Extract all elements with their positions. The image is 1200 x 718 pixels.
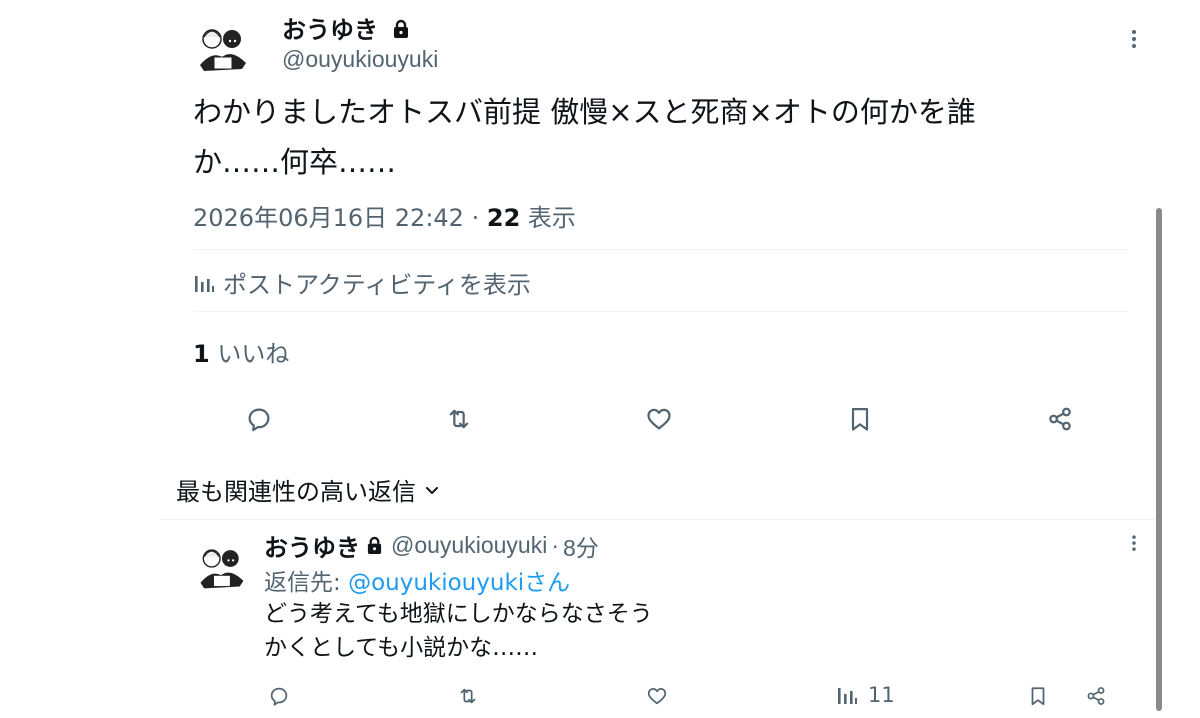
post-activity-link[interactable]: ポストアクティビティを表示 [193,265,531,300]
repost-icon [449,409,469,429]
post-meta: 2026年06月16日 22:42 · 22 表示 [193,198,576,233]
reply-views-button[interactable]: 11 [836,683,895,707]
post-avatar[interactable] [192,17,252,77]
reply-text-line2: かくとしても小説かな…… [264,635,539,661]
reply-header: おうゆき @ouyukiouyuki · 8分 [264,528,599,563]
meta-separator: · [471,204,480,232]
share-icon [1049,407,1071,431]
reply-button[interactable] [237,397,281,441]
reply-text: どう考えても地獄にしかならなさそう かくとしても小説かな…… [264,597,1084,665]
post-likes-label: いいね [217,340,290,368]
replies-sort-label: 最も関連性の高い返信 [176,478,416,506]
like-icon [647,408,671,430]
divider [193,249,1128,250]
like-icon [647,687,667,705]
meta-separator: · [551,532,559,558]
post-timestamp[interactable]: 2026年06月16日 22:42 [193,204,464,232]
divider [193,311,1128,312]
reply-handle[interactable]: @ouyukiouyuki [391,532,547,559]
repost-icon [460,688,476,704]
lock-icon [392,17,410,45]
like-button[interactable] [637,397,681,441]
post-text-line1: わかりましたオトスバ前提 傲慢×スと死商×オトの何かを誰 [193,95,976,129]
reply-icon [248,408,270,432]
share-icon [1087,687,1105,705]
post-likes[interactable]: 1 いいね [193,334,289,369]
chevron-down-icon [424,482,440,498]
reply-repost-button[interactable] [446,674,490,718]
reply-more-button[interactable] [1122,532,1146,556]
reply-icon [270,687,288,706]
more-icon [1132,535,1136,551]
post-activity-label: ポストアクティビティを表示 [223,271,531,299]
reply-like-button[interactable] [635,674,679,718]
analytics-icon [193,272,215,294]
reply-views-count: 11 [868,683,895,707]
avatar-image [200,549,244,589]
lock-icon [366,536,383,555]
post-likes-count: 1 [193,340,210,368]
replying-to-prefix: 返信先: [264,570,349,596]
divider [160,519,1160,520]
bookmark-button[interactable] [838,397,882,441]
post-handle[interactable]: @ouyukiouyuki [282,46,438,73]
post-text: わかりましたオトスバ前提 傲慢×スと死商×オトの何かを誰 か……何卒…… [193,87,1093,187]
replying-to-handle[interactable]: @ouyukiouyukiさん [348,570,570,596]
post-views-count: 22 [486,204,521,232]
repost-button[interactable] [437,397,481,441]
reply-avatar[interactable] [193,538,249,594]
post-display-name-text: おうゆき [282,16,378,44]
replying-to: 返信先: @ouyukiouyukiさん [264,563,570,597]
post-display-name[interactable]: おうゆき [282,10,410,45]
reply-text-line1: どう考えても地獄にしかならなさそう [264,601,653,627]
more-icon [1132,30,1136,48]
post-text-line2: か……何卒…… [193,145,397,179]
reply-bookmark-button[interactable] [1016,674,1060,718]
bookmark-icon [1031,687,1045,706]
bookmark-icon [851,407,869,431]
reply-time[interactable]: 8分 [563,529,599,563]
share-button[interactable] [1038,397,1082,441]
analytics-icon [836,684,858,706]
reply-reply-button[interactable] [257,674,301,718]
post-more-button[interactable] [1120,26,1148,54]
reply-share-button[interactable] [1074,674,1118,718]
reply-display-name[interactable]: おうゆき [264,528,360,563]
avatar-image [200,29,246,71]
scrollbar[interactable] [1156,208,1162,711]
post-views-label: 表示 [527,204,576,232]
replies-sort-dropdown[interactable]: 最も関連性の高い返信 [176,472,440,507]
